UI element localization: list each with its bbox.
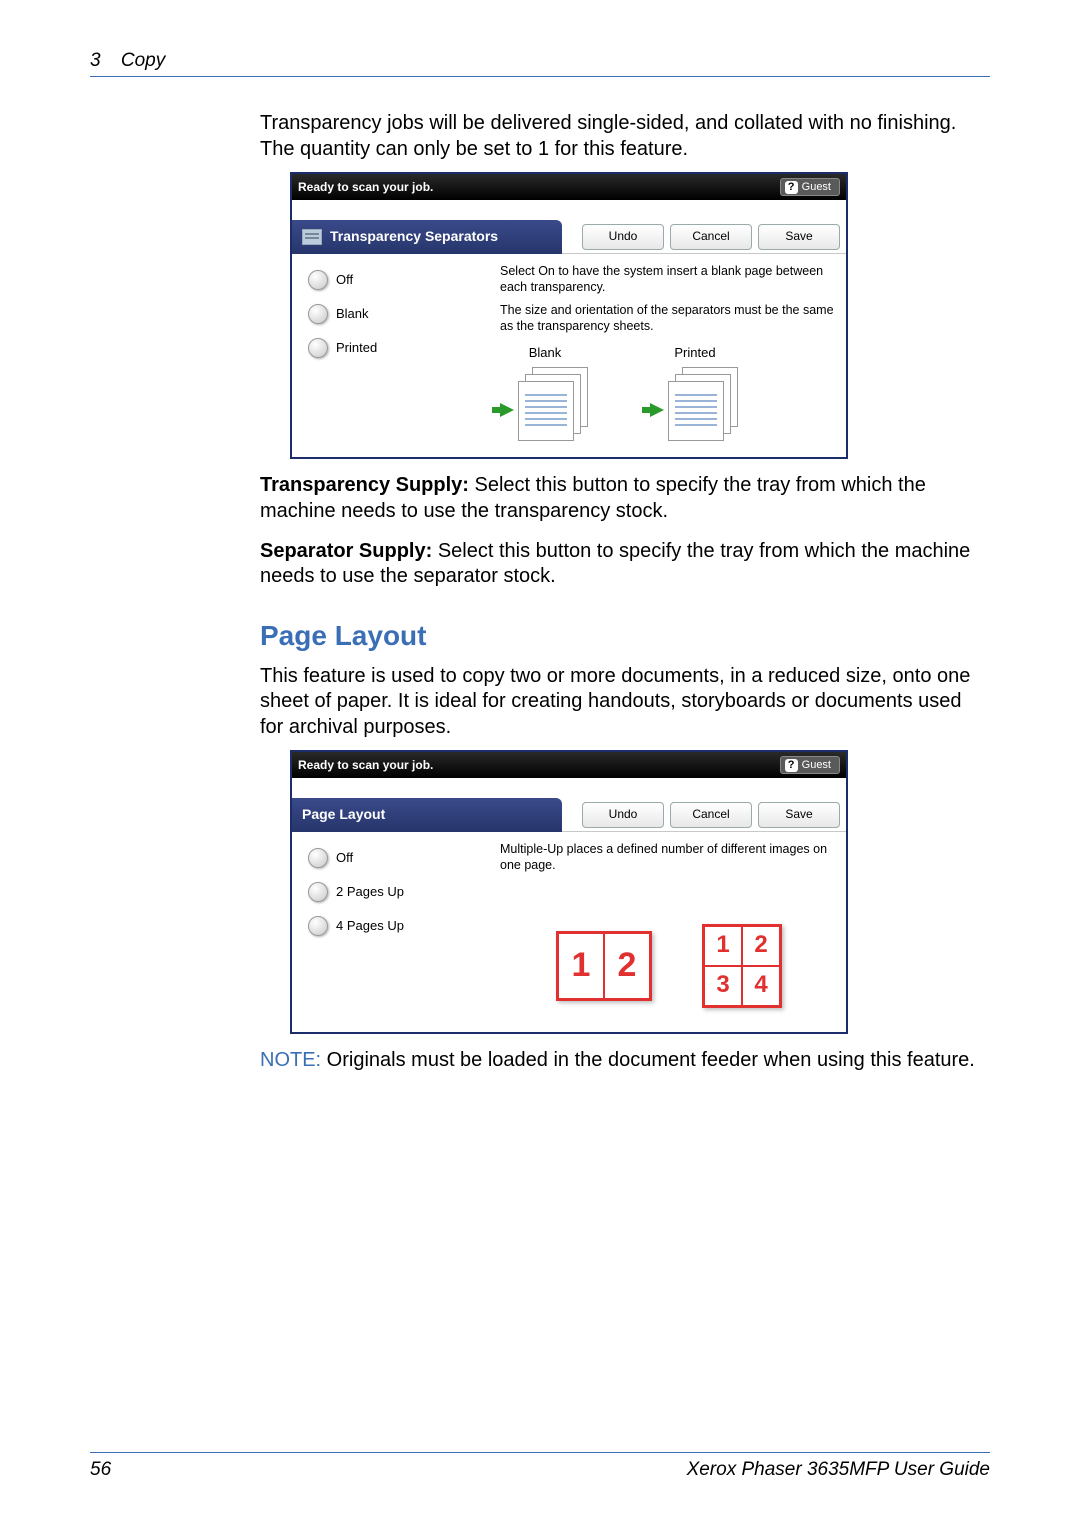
arrow-icon	[650, 403, 664, 417]
guest-label: Guest	[802, 180, 831, 194]
desc-line: Multiple-Up places a defined number of d…	[500, 842, 838, 873]
page-number: 56	[90, 1459, 111, 1481]
illus-blank: Blank	[500, 345, 590, 440]
guest-badge[interactable]: ? Guest	[780, 756, 840, 774]
status-bar: Ready to scan your job. ? Guest	[292, 752, 846, 778]
option-printed[interactable]: Printed	[300, 338, 500, 358]
cancel-button[interactable]: Cancel	[670, 224, 752, 250]
guide-title: Xerox Phaser 3635MFP User Guide	[687, 1459, 990, 1481]
option-2pages[interactable]: 2 Pages Up	[300, 882, 500, 902]
radio-icon	[308, 304, 328, 324]
radio-icon	[308, 338, 328, 358]
help-icon: ?	[785, 759, 798, 772]
header-section-title: Copy	[105, 50, 165, 71]
panel-title: Transparency Separators	[292, 220, 562, 254]
page-header: 3 Copy	[90, 50, 990, 77]
status-text: Ready to scan your job.	[298, 758, 433, 773]
guest-badge[interactable]: ? Guest	[780, 178, 840, 196]
option-blank[interactable]: Blank	[300, 304, 500, 324]
undo-button[interactable]: Undo	[582, 224, 664, 250]
separator-supply-paragraph: Separator Supply: Select this button to …	[260, 539, 990, 590]
cancel-button[interactable]: Cancel	[670, 802, 752, 828]
option-4pages[interactable]: 4 Pages Up	[300, 916, 500, 936]
arrow-icon	[500, 403, 514, 417]
desc-line2: The size and orientation of the separato…	[500, 303, 838, 334]
page-layout-intro: This feature is used to copy two or more…	[260, 664, 990, 741]
panel-title: Page Layout	[292, 798, 562, 832]
guest-label: Guest	[802, 758, 831, 772]
option-off[interactable]: Off	[300, 270, 500, 290]
radio-icon	[308, 916, 328, 936]
separators-icon	[302, 229, 322, 245]
transparency-separators-screenshot: Ready to scan your job. ? Guest Transpar…	[290, 172, 848, 459]
intro-paragraph: Transparency jobs will be delivered sing…	[260, 111, 990, 162]
help-icon: ?	[785, 181, 798, 194]
transparency-supply-paragraph: Transparency Supply: Select this button …	[260, 473, 990, 524]
option-off[interactable]: Off	[300, 848, 500, 868]
note-paragraph: NOTE: Originals must be loaded in the do…	[260, 1048, 990, 1074]
page-footer: 56 Xerox Phaser 3635MFP User Guide	[90, 1452, 990, 1481]
section-heading-page-layout: Page Layout	[260, 618, 990, 654]
radio-icon	[308, 270, 328, 290]
radio-icon	[308, 848, 328, 868]
radio-icon	[308, 882, 328, 902]
illus-printed: Printed	[650, 345, 740, 440]
undo-button[interactable]: Undo	[582, 802, 664, 828]
status-bar: Ready to scan your job. ? Guest	[292, 174, 846, 200]
header-section-number: 3	[90, 50, 101, 71]
save-button[interactable]: Save	[758, 224, 840, 250]
save-button[interactable]: Save	[758, 802, 840, 828]
page-layout-illustration: 1 2 1 2 3 4	[500, 924, 838, 1008]
status-text: Ready to scan your job.	[298, 180, 433, 195]
desc-line1: Select On to have the system insert a bl…	[500, 264, 838, 295]
page-layout-screenshot: Ready to scan your job. ? Guest Page Lay…	[290, 750, 848, 1034]
